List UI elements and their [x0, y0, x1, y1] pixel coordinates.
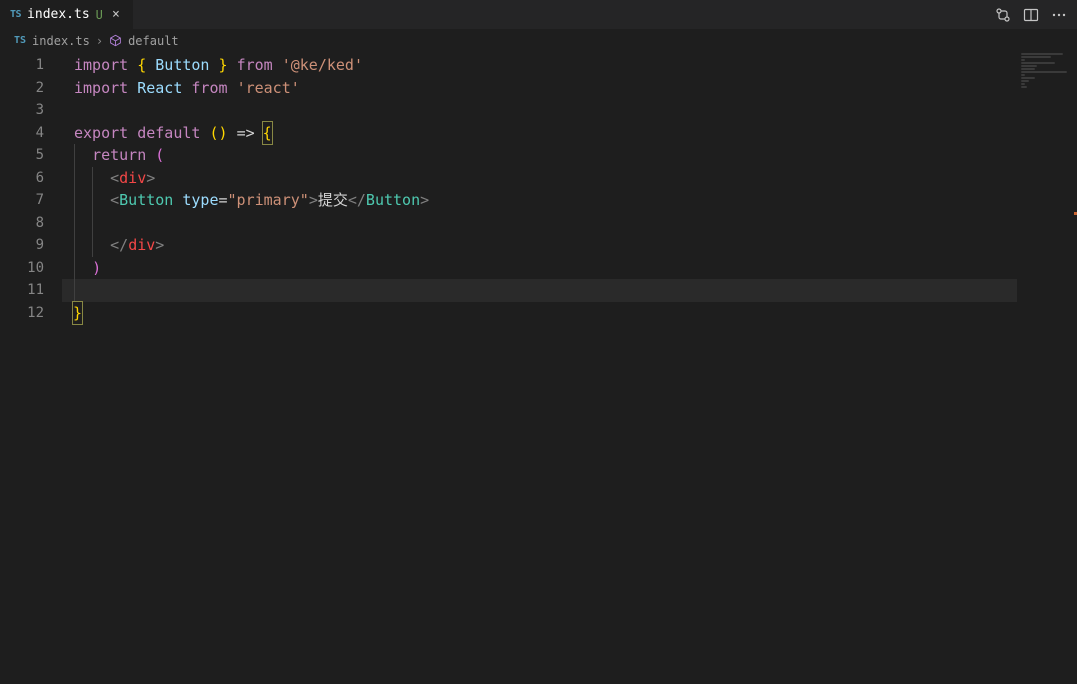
line-number: 6 — [0, 167, 62, 190]
editor-body: 1 2 3 4 5 6 7 8 9 10 11 12 import { Butt… — [0, 52, 1077, 684]
breadcrumb-file[interactable]: index.ts — [32, 34, 90, 48]
code-line[interactable] — [62, 99, 1077, 122]
line-number: 4 — [0, 122, 62, 145]
line-number-gutter: 1 2 3 4 5 6 7 8 9 10 11 12 — [0, 52, 62, 684]
tab-index-ts[interactable]: TS index.ts U × — [0, 0, 134, 29]
bracket-match: } — [73, 302, 82, 325]
line-number: 12 — [0, 302, 62, 325]
line-number: 9 — [0, 234, 62, 257]
line-number: 2 — [0, 77, 62, 100]
line-number: 5 — [0, 144, 62, 167]
code-line[interactable] — [62, 212, 1077, 235]
code-line[interactable]: export default () => { — [62, 122, 1077, 145]
compare-changes-icon[interactable] — [995, 7, 1011, 23]
line-number: 7 — [0, 189, 62, 212]
code-line-current[interactable] — [62, 279, 1077, 302]
line-number: 1 — [0, 54, 62, 77]
editor-tab-bar: TS index.ts U × — [0, 0, 1077, 30]
line-number: 11 — [0, 279, 62, 302]
bracket-match: { — [263, 122, 272, 145]
split-editor-icon[interactable] — [1023, 7, 1039, 23]
chevron-right-icon: › — [96, 34, 103, 48]
code-area[interactable]: import { Button } from '@ke/ked' import … — [62, 52, 1077, 684]
code-line[interactable]: } — [62, 302, 1077, 325]
line-number: 3 — [0, 99, 62, 122]
tab-bar-actions — [985, 0, 1077, 29]
typescript-icon: TS — [10, 9, 21, 20]
minimap[interactable] — [1017, 52, 1077, 684]
git-status-marker: U — [96, 8, 103, 22]
typescript-icon: TS — [14, 35, 26, 46]
close-icon[interactable]: × — [109, 7, 123, 22]
line-number: 10 — [0, 257, 62, 280]
code-line[interactable]: return ( — [62, 144, 1077, 167]
code-line[interactable]: </div> — [62, 234, 1077, 257]
code-line[interactable]: ) — [62, 257, 1077, 280]
line-number: 8 — [0, 212, 62, 235]
symbol-module-icon — [109, 34, 122, 47]
tab-filename: index.ts — [27, 7, 90, 22]
more-actions-icon[interactable] — [1051, 7, 1067, 23]
code-line[interactable]: import React from 'react' — [62, 77, 1077, 100]
breadcrumb-symbol[interactable]: default — [128, 34, 179, 48]
code-line[interactable]: import { Button } from '@ke/ked' — [62, 54, 1077, 77]
code-line[interactable]: <Button type="primary">提交</Button> — [62, 189, 1077, 212]
breadcrumb[interactable]: TS index.ts › default — [0, 30, 1077, 52]
code-line[interactable]: <div> — [62, 167, 1077, 190]
